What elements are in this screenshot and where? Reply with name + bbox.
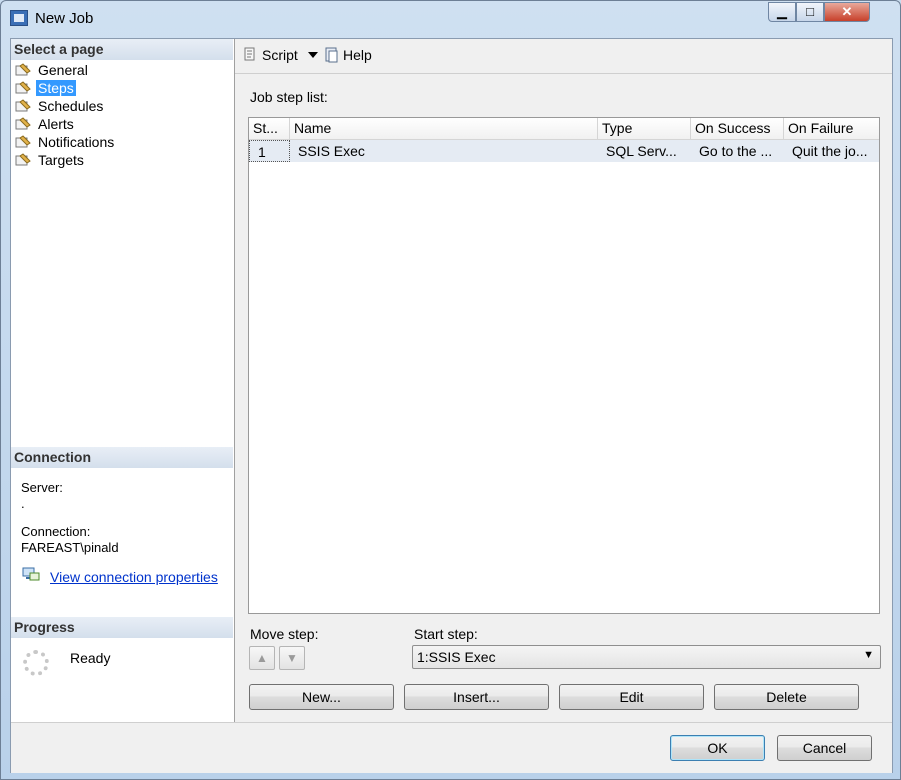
connection-header: Connection <box>11 447 233 468</box>
server-value: . <box>21 496 25 511</box>
dialog-window: New Job ▁ □ ✕ Select a page General Step… <box>0 0 901 780</box>
close-button[interactable]: ✕ <box>824 2 870 22</box>
edit-step-button[interactable]: Edit <box>559 684 704 710</box>
page-item-general[interactable]: General <box>14 61 116 79</box>
script-dropdown-icon[interactable] <box>308 52 318 58</box>
page-list: General Steps Schedules Alerts Notificat… <box>14 61 116 169</box>
page-icon <box>15 117 31 130</box>
chevron-down-icon: ▼ <box>863 649 874 661</box>
arrow-down-icon: ▼ <box>286 651 298 665</box>
column-header-on-failure[interactable]: On Failure <box>784 118 879 139</box>
progress-status: Ready <box>70 650 111 666</box>
start-step-value: 1:SSIS Exec <box>417 649 496 665</box>
ok-button[interactable]: OK <box>670 735 765 761</box>
help-icon <box>325 47 338 63</box>
view-connection-properties-link[interactable]: View connection properties <box>50 569 218 585</box>
page-item-notifications[interactable]: Notifications <box>14 133 116 151</box>
page-item-steps[interactable]: Steps <box>14 79 116 97</box>
connection-properties-icon <box>22 567 40 581</box>
page-item-label: Schedules <box>38 98 104 114</box>
page-item-alerts[interactable]: Alerts <box>14 115 116 133</box>
dialog-footer: OK Cancel <box>11 722 892 773</box>
page-item-schedules[interactable]: Schedules <box>14 97 116 115</box>
toolbar: Script Help <box>235 39 892 74</box>
maximize-button[interactable]: □ <box>796 2 824 22</box>
page-icon <box>15 135 31 148</box>
page-icon <box>15 99 31 112</box>
page-item-label: General <box>38 62 88 78</box>
start-step-select[interactable]: 1:SSIS Exec ▼ <box>412 645 881 669</box>
cancel-button[interactable]: Cancel <box>777 735 872 761</box>
window-title: New Job <box>35 10 94 27</box>
column-header-name[interactable]: Name <box>290 118 598 139</box>
start-step-label: Start step: <box>414 626 478 642</box>
column-header-on-success[interactable]: On Success <box>691 118 784 139</box>
script-label: Script <box>262 47 298 63</box>
column-header-step[interactable]: St... <box>249 118 290 139</box>
grid-header: St... Name Type On Success On Failure <box>249 118 879 140</box>
cell-step: 1 <box>249 140 290 162</box>
page-item-label: Notifications <box>38 134 115 150</box>
insert-step-button[interactable]: Insert... <box>404 684 549 710</box>
progress-spinner-icon <box>23 650 49 676</box>
page-item-label: Targets <box>38 152 84 168</box>
page-item-targets[interactable]: Targets <box>14 151 116 169</box>
move-step-down-button[interactable]: ▼ <box>279 646 305 670</box>
help-label: Help <box>343 47 372 63</box>
dialog-client: Select a page General Steps Schedules Al… <box>10 38 893 773</box>
move-step-up-button[interactable]: ▲ <box>249 646 275 670</box>
server-label: Server: <box>21 480 63 495</box>
right-pane: Script Help Job step list: St... Name Ty… <box>235 39 892 722</box>
delete-step-button[interactable]: Delete <box>714 684 859 710</box>
page-item-label: Steps <box>36 80 76 96</box>
progress-header: Progress <box>11 617 233 638</box>
column-header-type[interactable]: Type <box>598 118 691 139</box>
cell-on-failure: Quit the jo... <box>792 143 868 159</box>
cell-on-success: Go to the ... <box>699 143 773 159</box>
minimize-button[interactable]: ▁ <box>768 2 796 22</box>
new-step-button[interactable]: New... <box>249 684 394 710</box>
script-icon <box>244 47 255 61</box>
connection-label: Connection: <box>21 524 91 539</box>
connection-value: FAREAST\pinald <box>21 540 119 555</box>
cell-type: SQL Serv... <box>606 143 677 159</box>
arrow-up-icon: ▲ <box>256 651 268 665</box>
page-icon <box>15 81 31 94</box>
select-page-header: Select a page <box>11 39 233 60</box>
table-row[interactable]: 1 SSIS Exec SQL Serv... Go to the ... Qu… <box>249 140 879 162</box>
move-step-label: Move step: <box>250 626 319 642</box>
cell-name: SSIS Exec <box>298 143 365 159</box>
job-step-list-label: Job step list: <box>250 89 328 105</box>
title-bar[interactable]: New Job ▁ □ ✕ <box>1 1 900 35</box>
page-item-label: Alerts <box>38 116 74 132</box>
page-icon <box>15 153 31 166</box>
job-step-grid[interactable]: St... Name Type On Success On Failure 1 … <box>248 117 880 614</box>
page-icon <box>15 63 31 76</box>
app-icon <box>10 10 28 26</box>
left-pane: Select a page General Steps Schedules Al… <box>11 39 235 722</box>
